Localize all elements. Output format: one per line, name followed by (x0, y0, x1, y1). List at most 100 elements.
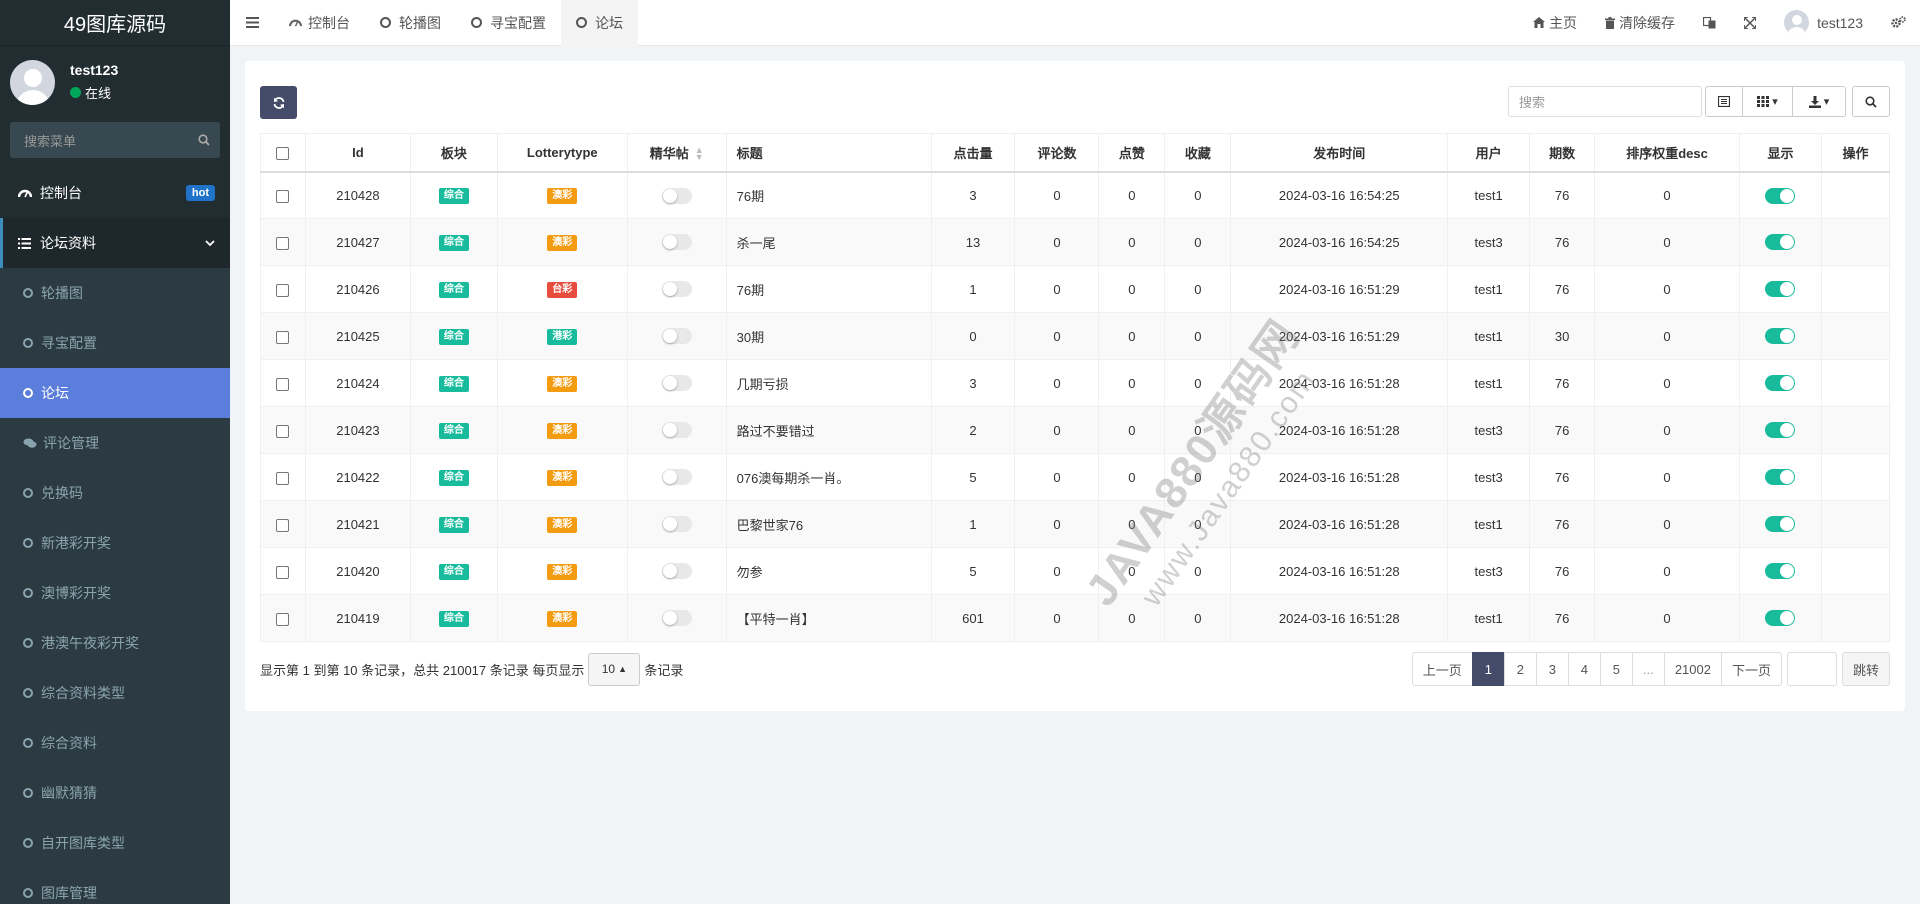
table-row[interactable]: 210419 综合 澳彩 【平特一肖】 601 0 0 0 2024-03-16 16:51:2… (260, 594, 1891, 642)
table-row[interactable]: 210425 综合 港彩 30期 0 0 0 0 2024-03-16 16:51:29 test… (260, 312, 1891, 360)
sidebar-item-redeem[interactable]: 兑换码 (0, 468, 230, 518)
sidebar-toggle-button[interactable] (230, 0, 274, 46)
tab-dashboard[interactable]: 控制台 (274, 0, 365, 46)
featured-toggle[interactable] (661, 563, 692, 580)
page-button[interactable]: 5 (1599, 652, 1633, 686)
sidebar-item-comments[interactable]: 评论管理 (0, 418, 230, 468)
column-header[interactable]: 收藏 (1164, 133, 1232, 173)
select-all-checkbox[interactable] (276, 146, 290, 160)
menu-search-input[interactable]: 搜索菜单 (10, 122, 220, 158)
home-link[interactable]: 主页 (1519, 0, 1591, 46)
page-button[interactable]: 21002 (1663, 652, 1722, 686)
page-button[interactable]: 2 (1503, 652, 1537, 686)
row-checkbox[interactable] (276, 424, 290, 438)
visible-toggle[interactable] (1765, 422, 1796, 439)
visible-toggle[interactable] (1765, 610, 1796, 627)
column-header[interactable]: 显示 (1738, 133, 1822, 173)
app-logo[interactable]: 49图库源码 (0, 0, 230, 46)
column-header[interactable]: 板块 (409, 133, 498, 173)
column-header[interactable]: 点击量 (930, 133, 1016, 173)
sidebar-item-dashboard[interactable]: 控制台 hot (0, 168, 230, 218)
fullscreen-button[interactable] (1730, 0, 1770, 46)
sidebar-item-info[interactable]: 综合资料 (0, 718, 230, 768)
visible-toggle[interactable] (1765, 563, 1796, 580)
featured-toggle[interactable] (661, 610, 692, 627)
table-row[interactable]: 210427 综合 澳彩 杀一尾 13 0 0 0 2024-03-16 16:54:25 tes… (260, 218, 1891, 266)
row-checkbox[interactable] (276, 377, 290, 391)
sidebar-item-midnight-draw[interactable]: 港澳午夜彩开奖 (0, 618, 230, 668)
table-row[interactable]: 210428 综合 澳彩 76期 3 0 0 0 2024-03-16 16:54:25 test… (260, 171, 1891, 219)
table-row[interactable]: 210420 综合 澳彩 勿参 5 0 0 0 2024-03-16 16:51:28 test3… (260, 547, 1891, 595)
visible-toggle[interactable] (1765, 187, 1796, 204)
toggle-view-button[interactable] (1705, 86, 1743, 117)
column-header[interactable]: 排序权重desc (1594, 133, 1740, 173)
sidebar-item-gallery[interactable]: 图库管理 (0, 868, 230, 904)
row-checkbox[interactable] (276, 330, 290, 344)
sidebar-item-hk-draw[interactable]: 新港彩开奖 (0, 518, 230, 568)
language-button[interactable] (1689, 0, 1730, 46)
visible-toggle[interactable] (1765, 281, 1796, 298)
visible-toggle[interactable] (1765, 234, 1796, 251)
column-header[interactable]: Lotterytype (496, 133, 628, 173)
column-header[interactable]: 标题 (725, 133, 932, 173)
refresh-button[interactable] (260, 86, 297, 119)
column-header[interactable]: 操作 (1820, 133, 1891, 173)
featured-toggle[interactable] (661, 422, 692, 439)
row-checkbox[interactable] (276, 236, 290, 250)
column-header[interactable]: 用户 (1447, 133, 1531, 173)
featured-toggle[interactable] (661, 234, 692, 251)
export-button[interactable]: ▾ (1793, 86, 1846, 117)
table-row[interactable]: 210426 综合 台彩 76期 1 0 0 0 2024-03-16 16:51:29 test… (260, 265, 1891, 313)
featured-toggle[interactable] (661, 375, 692, 392)
user-menu[interactable]: test123 (1770, 0, 1877, 46)
featured-toggle[interactable] (661, 187, 692, 204)
page-jump-input[interactable] (1786, 652, 1837, 686)
column-header-sortable[interactable]: 精华帖 ▲ ▼ (626, 133, 727, 173)
row-checkbox[interactable] (276, 471, 290, 485)
featured-toggle[interactable] (661, 281, 692, 298)
tab-forum[interactable]: 论坛 (561, 0, 638, 46)
visible-toggle[interactable] (1765, 375, 1796, 392)
page-button[interactable]: 1 (1471, 652, 1505, 686)
row-checkbox[interactable] (276, 518, 290, 532)
page-button[interactable]: 4 (1567, 652, 1601, 686)
visible-toggle[interactable] (1765, 516, 1796, 533)
prev-page-button[interactable]: 上一页 (1411, 652, 1473, 686)
next-page-button[interactable]: 下一页 (1720, 652, 1782, 686)
row-checkbox[interactable] (276, 612, 290, 626)
sidebar-item-info-type[interactable]: 综合资料类型 (0, 668, 230, 718)
sidebar-item-humor[interactable]: 幽默猜猜 (0, 768, 230, 818)
table-row[interactable]: 210422 综合 澳彩 076澳每期杀一肖。 5 0 0 0 2024-03-16 16:51… (260, 453, 1891, 501)
page-size-select[interactable]: 10 ▲ (588, 652, 641, 686)
table-row[interactable]: 210423 综合 澳彩 路过不要错过 2 0 0 0 2024-03-16 16:51:28 t… (260, 406, 1891, 454)
sidebar-item-carousel[interactable]: 轮播图 (0, 268, 230, 318)
column-header[interactable]: 期数 (1529, 133, 1596, 173)
row-checkbox[interactable] (276, 283, 290, 297)
sidebar-item-macau-draw[interactable]: 澳博彩开奖 (0, 568, 230, 618)
table-row[interactable]: 210421 综合 澳彩 巴黎世家76 1 0 0 0 2024-03-16 16:51:28 t… (260, 500, 1891, 548)
tab-carousel[interactable]: 轮播图 (365, 0, 456, 46)
table-search-input[interactable]: 搜索 (1508, 86, 1702, 117)
page-jump-button[interactable]: 跳转 (1841, 652, 1890, 686)
clear-cache-link[interactable]: 清除缓存 (1591, 0, 1689, 46)
featured-toggle[interactable] (661, 469, 692, 486)
featured-toggle[interactable] (661, 328, 692, 345)
sidebar-item-forum[interactable]: 论坛 (0, 368, 230, 418)
column-header[interactable]: Id (304, 133, 411, 173)
visible-toggle[interactable] (1765, 469, 1796, 486)
advanced-search-button[interactable] (1852, 86, 1890, 117)
page-button[interactable]: 3 (1535, 652, 1569, 686)
settings-button[interactable] (1877, 0, 1920, 46)
table-row[interactable]: 210424 综合 澳彩 几期亏损 3 0 0 0 2024-03-16 16:51:28 tes… (260, 359, 1891, 407)
tab-treasure[interactable]: 寻宝配置 (456, 0, 561, 46)
featured-toggle[interactable] (661, 516, 692, 533)
sidebar-item-treasure[interactable]: 寻宝配置 (0, 318, 230, 368)
sidebar-group-forum[interactable]: 论坛资料 (0, 218, 230, 268)
visible-toggle[interactable] (1765, 328, 1796, 345)
row-checkbox[interactable] (276, 565, 290, 579)
sidebar-item-gallery-type[interactable]: 自开图库类型 (0, 818, 230, 868)
columns-button[interactable]: ▾ (1743, 86, 1793, 117)
row-checkbox[interactable] (276, 189, 290, 203)
column-header[interactable]: 点赞 (1098, 133, 1166, 173)
column-header[interactable]: 评论数 (1014, 133, 1100, 173)
